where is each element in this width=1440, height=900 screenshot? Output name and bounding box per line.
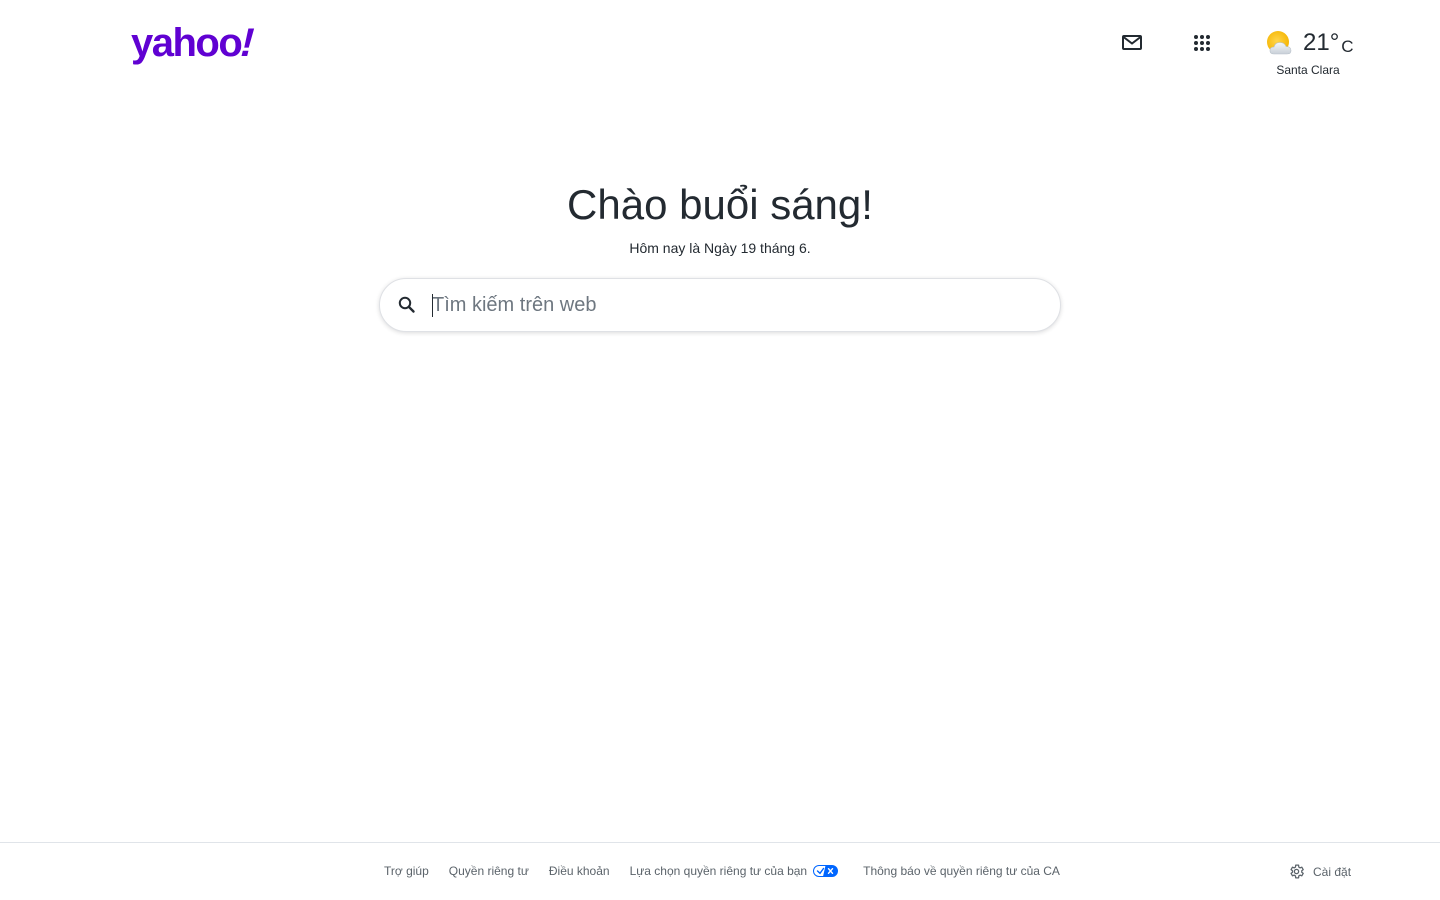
text-caret bbox=[432, 294, 433, 317]
temperature-unit: C bbox=[1341, 37, 1354, 56]
mail-icon bbox=[1122, 35, 1142, 50]
mail-button[interactable] bbox=[1116, 27, 1148, 59]
footer-links: Trợ giúp Quyền riêng tư Điều khoản Lựa c… bbox=[384, 863, 1060, 879]
footer-link-privacy-choices[interactable]: Lựa chọn quyền riêng tư của bạn bbox=[630, 863, 839, 879]
temperature-value: 21° bbox=[1303, 29, 1340, 56]
weather-city: Santa Clara bbox=[1276, 63, 1340, 77]
footer-link-terms[interactable]: Điều khoản bbox=[549, 863, 610, 879]
footer-link-privacy[interactable]: Quyền riêng tư bbox=[449, 863, 529, 879]
privacy-choices-label: Lựa chọn quyền riêng tư của bạn bbox=[629, 864, 808, 878]
gear-icon bbox=[1290, 864, 1304, 879]
settings-label: Cài đặt bbox=[1313, 864, 1352, 879]
privacy-choices-icon bbox=[813, 865, 839, 877]
date-line: Hôm nay là Ngày 19 tháng 6. bbox=[629, 240, 811, 256]
apps-button[interactable] bbox=[1186, 27, 1218, 59]
apps-grid-icon bbox=[1194, 35, 1210, 51]
search-input[interactable] bbox=[432, 287, 1032, 323]
search-box[interactable] bbox=[379, 278, 1061, 332]
partly-cloudy-icon bbox=[1267, 31, 1292, 55]
weather-temperature: 21° C bbox=[1303, 28, 1354, 60]
search-icon[interactable] bbox=[397, 295, 417, 315]
yahoo-logo[interactable]: yahoo! bbox=[131, 20, 259, 66]
greeting-heading: Chào buổi sáng! bbox=[567, 181, 873, 228]
logo-text: yahoo bbox=[131, 21, 243, 65]
yahoo-home-page: yahoo! 21° C Santa Clara Chào buổi sáng!… bbox=[0, 0, 1440, 900]
footer-link-help[interactable]: Trợ giúp bbox=[384, 863, 429, 879]
weather-widget[interactable]: 21° C Santa Clara bbox=[1262, 26, 1358, 82]
footer-link-ca-notice[interactable]: Thông báo về quyền riêng tư của CA bbox=[863, 863, 1060, 879]
footer: Trợ giúp Quyền riêng tư Điều khoản Lựa c… bbox=[0, 842, 1440, 900]
settings-button[interactable]: Cài đặt bbox=[1288, 863, 1351, 880]
